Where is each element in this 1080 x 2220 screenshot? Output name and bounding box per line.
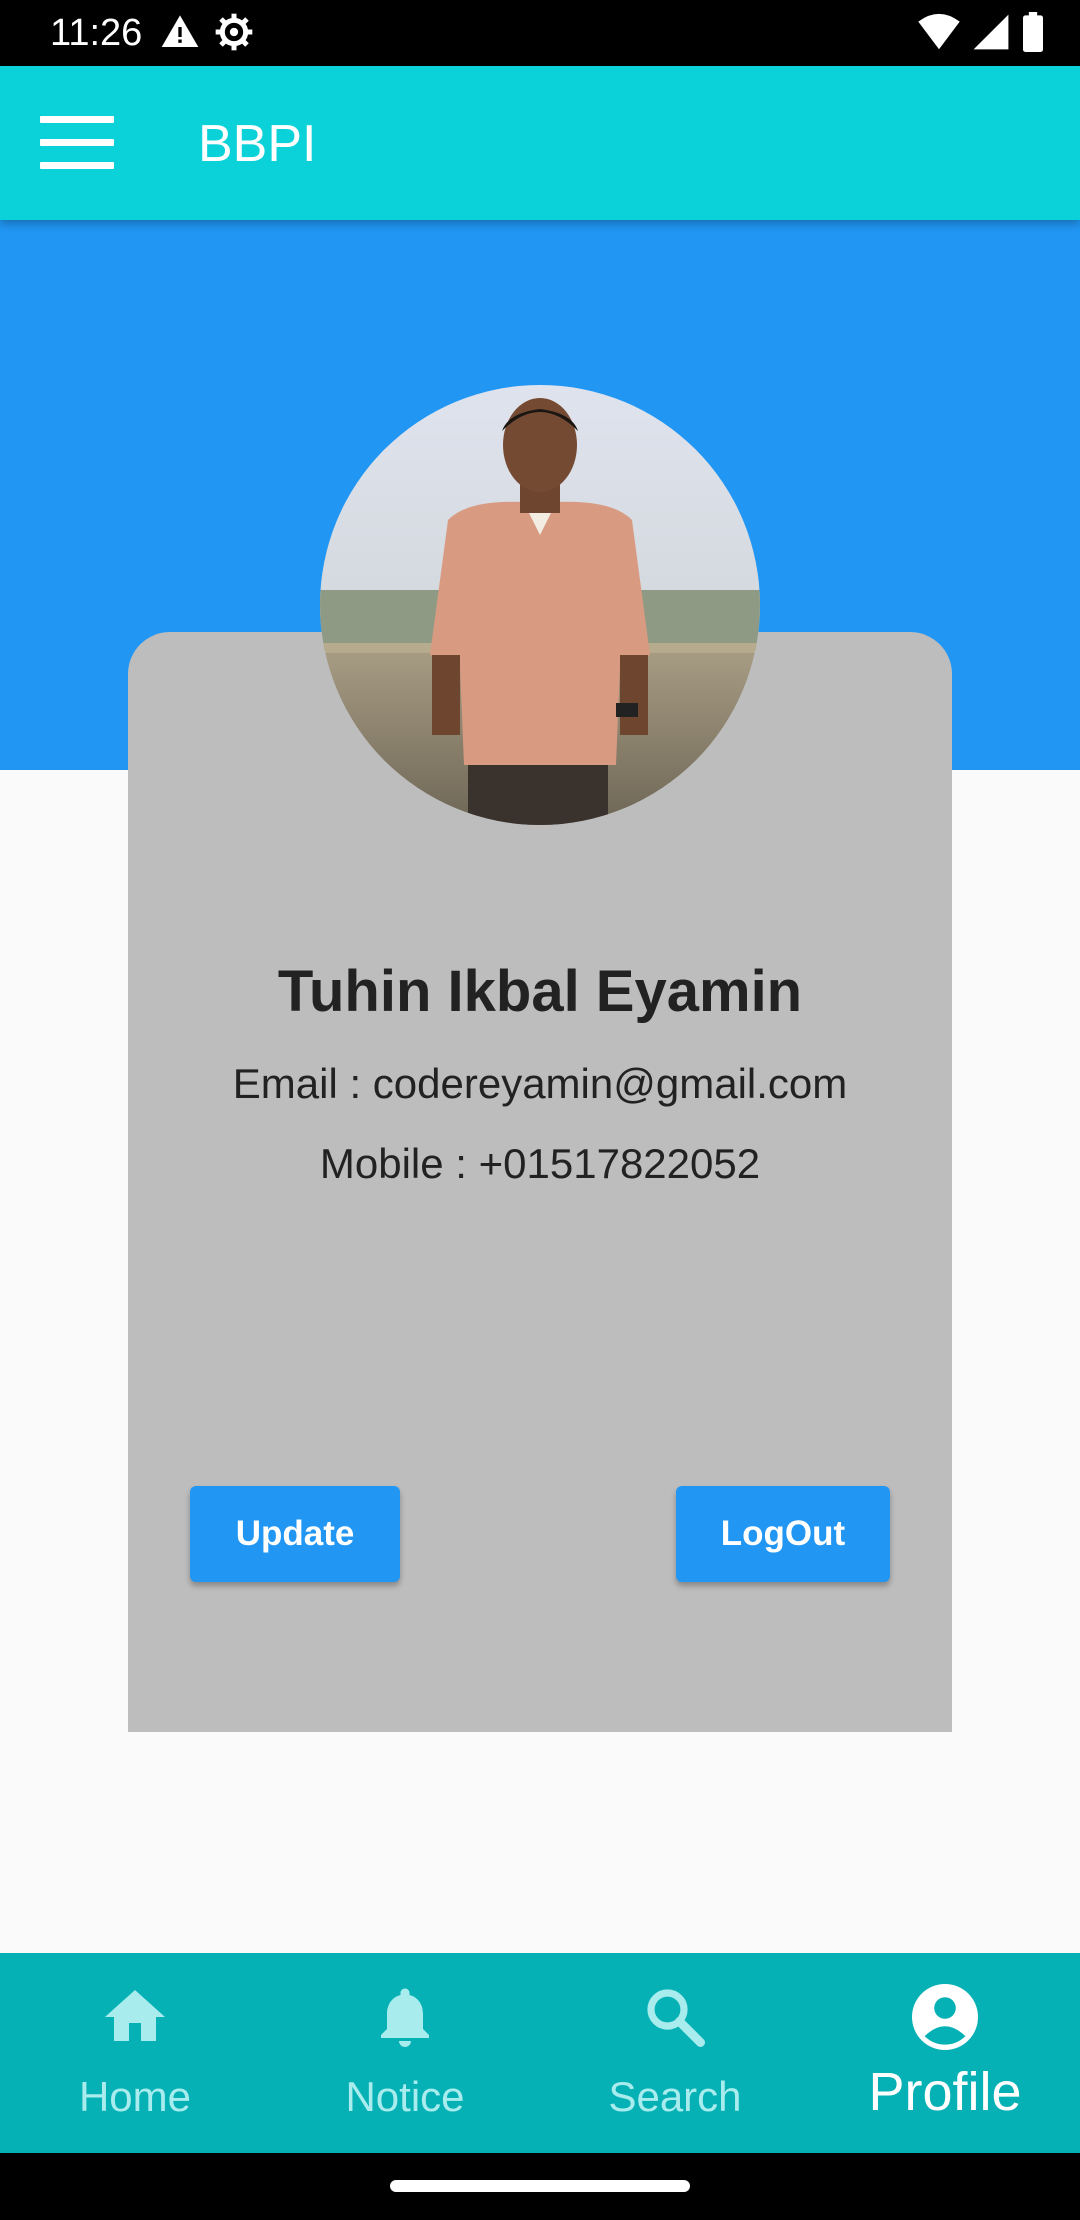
nav-item-profile[interactable]: Profile: [810, 1953, 1080, 2153]
nav-item-notice[interactable]: Notice: [270, 1953, 540, 2153]
bottom-nav: Home Notice Search Profile: [0, 1953, 1080, 2153]
avatar: [320, 385, 760, 825]
account-circle-icon: [912, 1984, 978, 2050]
status-left-icons: [160, 12, 254, 52]
nav-item-home[interactable]: Home: [0, 1953, 270, 2153]
update-button[interactable]: Update: [190, 1486, 400, 1582]
nav-label-search: Search: [608, 2073, 742, 2120]
settings-icon: [215, 13, 253, 51]
app-title: BBPI: [198, 115, 317, 173]
status-right-icons: [918, 12, 1044, 52]
wifi-icon: [918, 13, 960, 50]
user-mobile: Mobile : +01517822052: [319, 1140, 761, 1187]
nav-item-search[interactable]: Search: [540, 1953, 810, 2153]
signal-icon: [973, 14, 1009, 50]
gesture-bar: [0, 2153, 1080, 2220]
logout-button[interactable]: LogOut: [676, 1486, 890, 1582]
status-time: 11:26: [50, 12, 143, 54]
warning-icon: [161, 15, 199, 48]
home-icon: [105, 1990, 165, 2041]
user-email: Email : codereyamin@gmail.com: [232, 1060, 848, 1107]
status-bar: 11:26: [0, 0, 1080, 66]
menu-icon[interactable]: [40, 116, 114, 170]
nav-label-notice: Notice: [345, 2073, 465, 2120]
user-name: Tuhin Ikbal Eyamin: [277, 959, 803, 1024]
battery-icon: [1023, 12, 1043, 52]
nav-label-profile: Profile: [868, 2062, 1022, 2122]
nav-label-home: Home: [78, 2073, 192, 2120]
search-icon: [647, 1989, 705, 2047]
app-bar: BBPI: [0, 66, 1080, 220]
bell-icon: [381, 1988, 429, 2047]
home-gesture-handle[interactable]: [390, 2180, 690, 2192]
